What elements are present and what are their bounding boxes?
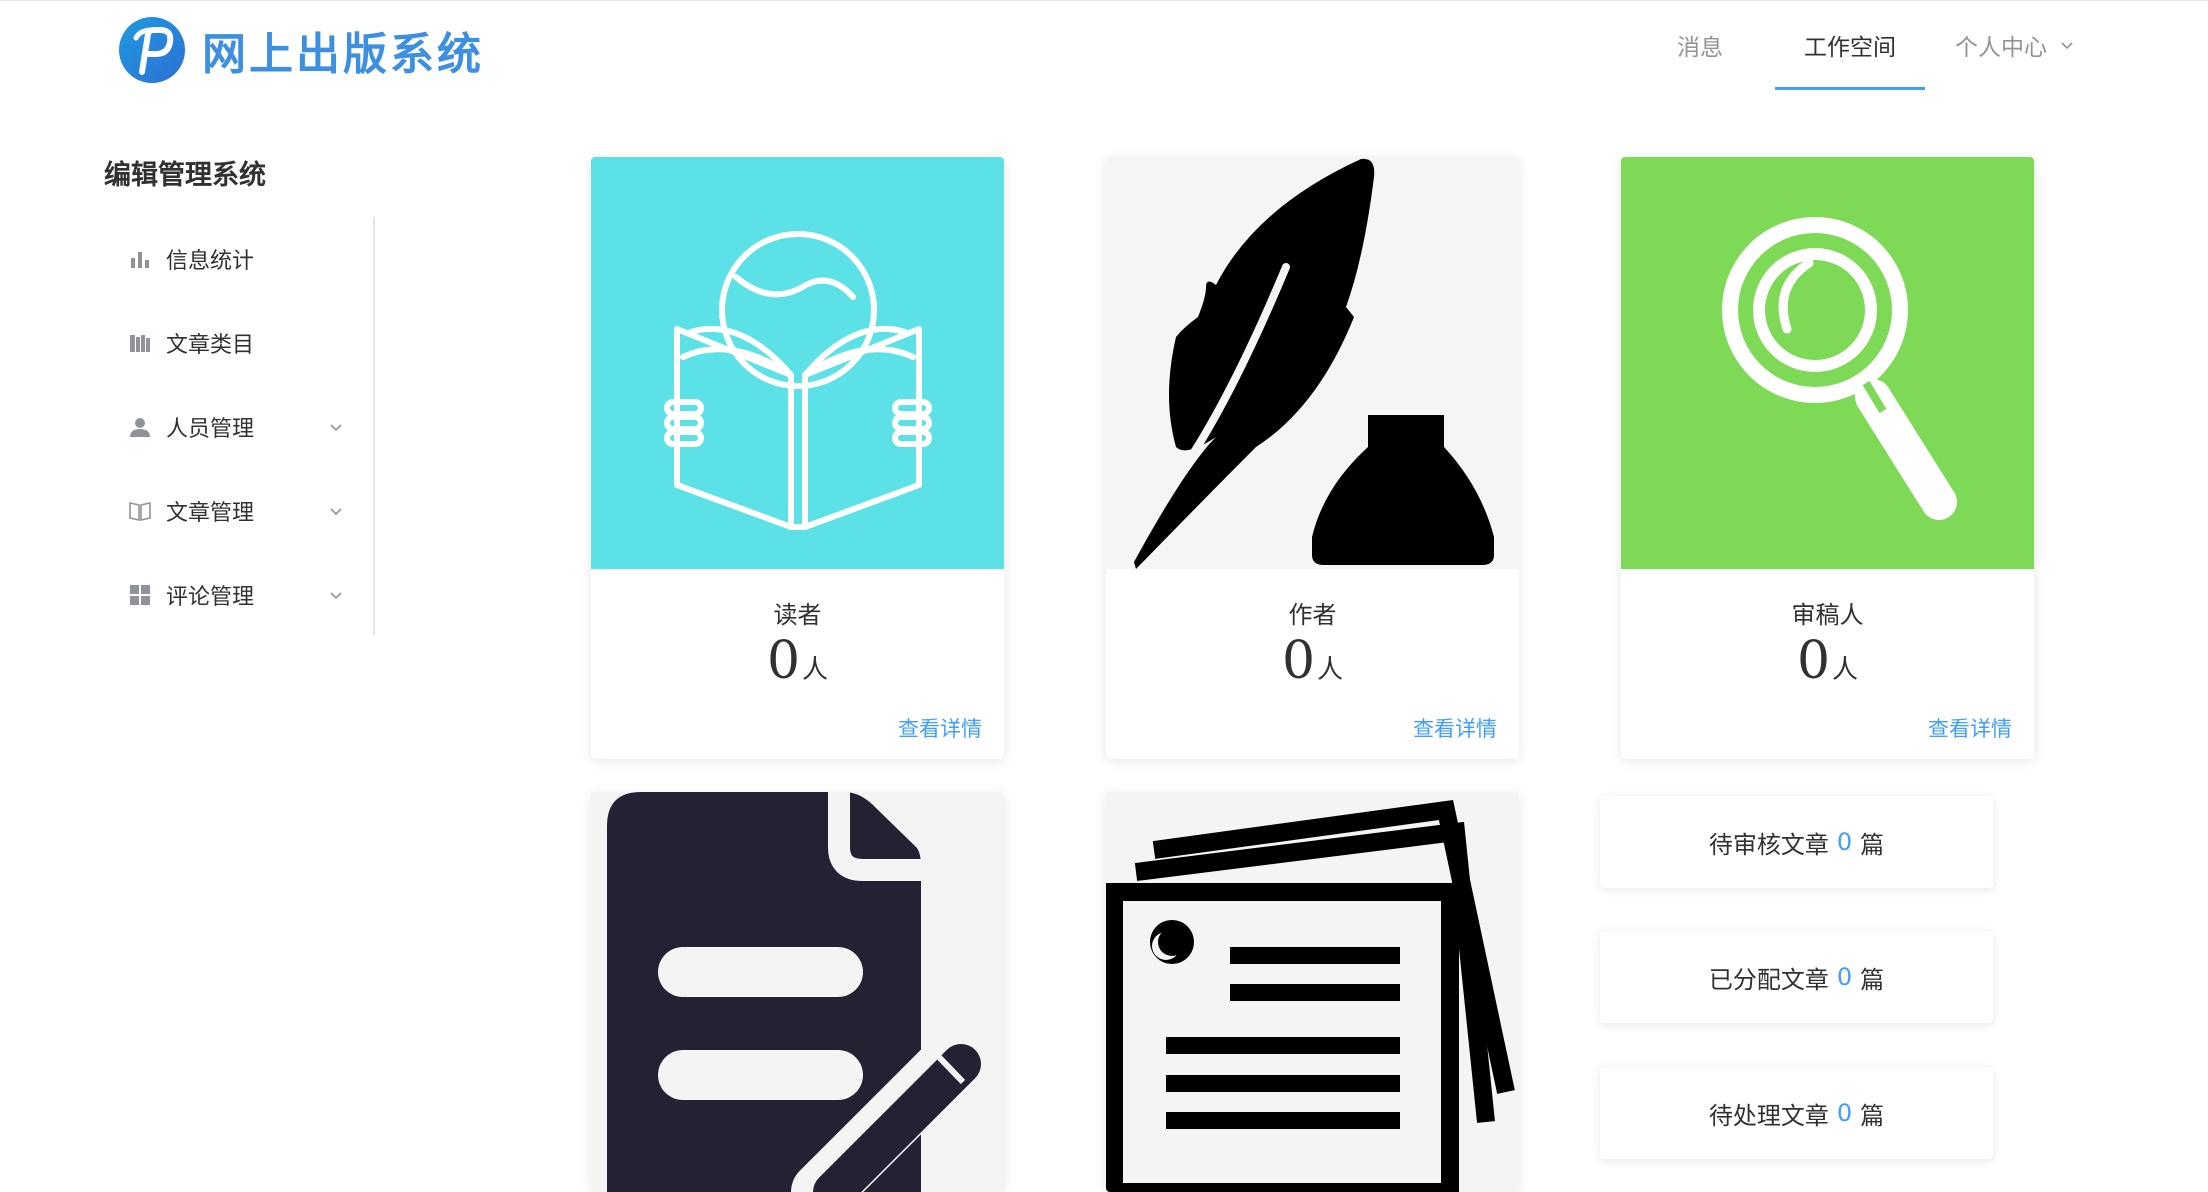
sidebar-divider bbox=[373, 217, 375, 635]
nav-personal-center-label: 个人中心 bbox=[1955, 35, 2047, 61]
card-count: 0人 bbox=[591, 631, 1004, 691]
card-label: 审稿人 bbox=[1791, 601, 1864, 629]
logo-text: 网上出版系统 bbox=[202, 29, 484, 80]
chevron-down-icon bbox=[330, 508, 342, 516]
count-unit: 人 bbox=[1832, 655, 1859, 685]
document-edit-icon bbox=[591, 792, 1004, 1192]
nav-messages[interactable]: 消息 bbox=[1656, 0, 1744, 90]
sidebar-item-personnel[interactable]: 人员管理 bbox=[128, 407, 348, 447]
books-icon bbox=[128, 331, 152, 355]
quill-ink-icon bbox=[1106, 157, 1519, 569]
count-unit: 人 bbox=[802, 655, 829, 685]
pending-review-stat[interactable]: 待审核文章 0 篇 bbox=[1600, 796, 1993, 888]
nav-personal-center[interactable]: 个人中心 bbox=[1950, 0, 2080, 90]
user-icon bbox=[128, 415, 152, 439]
card-label: 读者 bbox=[773, 601, 822, 629]
chevron-down-icon bbox=[330, 424, 342, 432]
sidebar-item-statistics[interactable]: 信息统计 bbox=[128, 239, 348, 279]
chevron-down-icon bbox=[2061, 42, 2073, 50]
nav-workspace[interactable]: 工作空间 bbox=[1775, 0, 1925, 90]
stat-label: 待审核文章 bbox=[1708, 830, 1829, 859]
sidebar-item-label: 信息统计 bbox=[166, 249, 255, 274]
stat-label: 已分配文章 bbox=[1708, 965, 1829, 994]
stat-unit: 篇 bbox=[1860, 1101, 1885, 1130]
stat-count: 0 bbox=[1836, 963, 1853, 991]
reader-card: 读者 0人 查看详情 bbox=[591, 157, 1004, 759]
stat-unit: 篇 bbox=[1860, 965, 1885, 994]
sidebar-title: 编辑管理系统 bbox=[104, 160, 266, 191]
nav-workspace-label: 工作空间 bbox=[1804, 35, 1896, 61]
stat-count: 0 bbox=[1836, 828, 1853, 856]
count-value: 0 bbox=[766, 631, 801, 691]
logo[interactable]: 网上出版系统 bbox=[118, 16, 484, 84]
stat-label: 待处理文章 bbox=[1708, 1101, 1829, 1130]
sidebar-item-articles[interactable]: 文章管理 bbox=[128, 491, 348, 531]
view-details-link[interactable]: 查看详情 bbox=[1413, 713, 1497, 743]
sidebar-item-categories[interactable]: 文章类目 bbox=[128, 323, 348, 363]
logo-icon bbox=[119, 17, 185, 83]
sidebar-item-comments[interactable]: 评论管理 bbox=[128, 575, 348, 615]
view-details-link[interactable]: 查看详情 bbox=[1928, 713, 2012, 743]
nav-active-underline bbox=[1775, 87, 1925, 90]
count-unit: 人 bbox=[1317, 655, 1344, 685]
papers-tile bbox=[1106, 792, 1519, 1192]
reviewer-card: 审稿人 0人 查看详情 bbox=[1621, 157, 2034, 759]
count-value: 0 bbox=[1796, 631, 1831, 691]
bar-chart-icon bbox=[128, 247, 152, 271]
magnifier-icon bbox=[1621, 157, 2034, 569]
count-value: 0 bbox=[1281, 631, 1316, 691]
sidebar-item-label: 文章管理 bbox=[166, 501, 255, 526]
sidebar-item-label: 文章类目 bbox=[166, 333, 255, 358]
open-book-icon bbox=[128, 499, 152, 523]
sidebar-item-label: 评论管理 bbox=[166, 585, 255, 610]
card-count: 0人 bbox=[1106, 631, 1519, 691]
papers-stack-icon bbox=[1106, 792, 1519, 1192]
card-label: 作者 bbox=[1288, 601, 1337, 629]
pending-processing-stat[interactable]: 待处理文章 0 篇 bbox=[1600, 1067, 1993, 1159]
author-card: 作者 0人 查看详情 bbox=[1106, 157, 1519, 759]
view-details-link[interactable]: 查看详情 bbox=[898, 713, 982, 743]
stat-count: 0 bbox=[1836, 1099, 1853, 1127]
sidebar-item-label: 人员管理 bbox=[166, 417, 255, 442]
chevron-down-icon bbox=[330, 592, 342, 600]
card-count: 0人 bbox=[1621, 631, 2034, 691]
document-tile bbox=[591, 792, 1004, 1192]
grid-icon bbox=[128, 583, 152, 607]
stat-unit: 篇 bbox=[1860, 830, 1885, 859]
reader-icon bbox=[591, 157, 1004, 569]
nav-messages-label: 消息 bbox=[1677, 35, 1723, 61]
assigned-stat[interactable]: 已分配文章 0 篇 bbox=[1600, 931, 1993, 1023]
